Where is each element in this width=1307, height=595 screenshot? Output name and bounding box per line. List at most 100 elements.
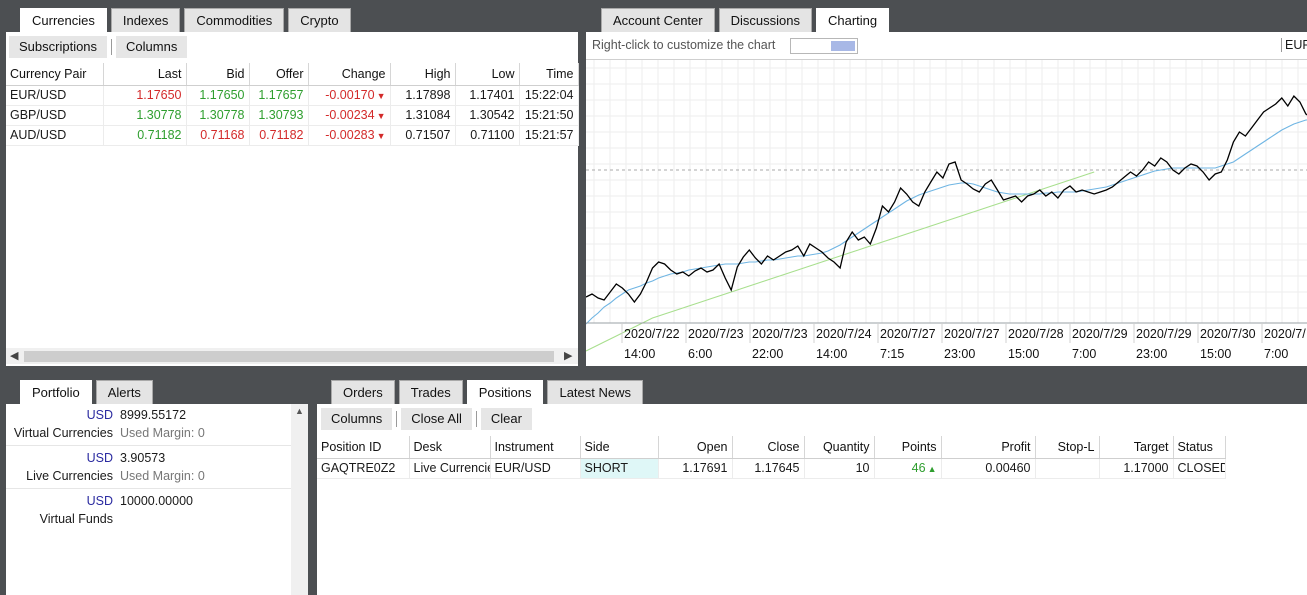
currency-code: USD: [86, 494, 113, 508]
cell-low: 0.71100: [455, 125, 520, 146]
cell-position-id: GAQTRE0Z2: [317, 458, 410, 479]
table-row[interactable]: EUR/USD 1.17650 1.17650 1.17657 -0.00170…: [6, 85, 579, 106]
table-row[interactable]: AUD/USD 0.71182 0.71168 0.71182 -0.00283…: [6, 125, 579, 146]
columns-button[interactable]: Columns: [116, 36, 188, 58]
tab-indexes[interactable]: Indexes: [110, 8, 181, 32]
clear-button[interactable]: Clear: [480, 408, 532, 430]
col-header-instrument[interactable]: Instrument: [490, 436, 581, 459]
cell-low: 1.17401: [455, 85, 520, 106]
table-row[interactable]: GAQTRE0Z2 Live Currencie EUR/USD SHORT 1…: [317, 458, 1226, 479]
cell-stop-loss: [1035, 458, 1100, 479]
scroll-thumb[interactable]: [24, 351, 554, 362]
x-tick-label: 7:00: [1264, 347, 1288, 361]
chart-hint: Right-click to customize the chart: [592, 38, 776, 52]
margin-label: Used Margin:: [120, 469, 195, 483]
price-chart[interactable]: 2020/7/22 14:00 2020/7/23 6:00 2020/7/23 22:0…: [586, 60, 1307, 366]
x-tick-label: 6:00: [688, 347, 712, 361]
col-header-high[interactable]: High: [390, 63, 456, 86]
scroll-right-icon[interactable]: ▶: [564, 349, 572, 362]
col-header-profit[interactable]: Profit: [941, 436, 1036, 459]
scroll-up-icon[interactable]: ▲: [295, 406, 304, 416]
x-tick-label: 2020/7/: [1264, 327, 1306, 341]
x-tick-label: 2020/7/22: [624, 327, 680, 341]
x-tick-label: 22:00: [752, 347, 783, 361]
close-all-button[interactable]: Close All: [401, 408, 472, 430]
cell-offer: 1.30793: [249, 105, 309, 126]
col-header-stop-loss[interactable]: Stop-L: [1035, 436, 1100, 459]
positions-panel: Columns Close All Clear Position ID Desk…: [317, 404, 1307, 595]
col-header-last[interactable]: Last: [103, 63, 187, 86]
currency-code: USD: [86, 451, 113, 465]
chart-symbol-label: EUR: [1281, 38, 1307, 52]
tab-positions[interactable]: Positions: [466, 380, 544, 404]
tab-orders[interactable]: Orders: [331, 380, 395, 404]
x-tick-label: 7:15: [880, 347, 904, 361]
cell-last: 1.30778: [103, 105, 187, 126]
cell-side: SHORT: [580, 458, 659, 479]
tab-latest-news[interactable]: Latest News: [547, 380, 644, 404]
tab-currencies[interactable]: Currencies: [20, 8, 107, 32]
currencies-table: Currency Pair Last Bid Offer Change High…: [6, 63, 579, 146]
tab-discussions[interactable]: Discussions: [718, 8, 812, 32]
points-value: 46: [911, 461, 926, 475]
cell-high: 1.17898: [390, 85, 456, 106]
currency-code: USD: [86, 408, 113, 422]
cell-time: 15:21:57: [519, 125, 579, 146]
color-swatch: [831, 41, 855, 51]
subscriptions-button[interactable]: Subscriptions: [9, 36, 108, 58]
cell-last: 1.17650: [103, 85, 187, 106]
col-header-pair[interactable]: Currency Pair: [6, 63, 104, 86]
cell-pair: AUD/USD: [6, 125, 104, 146]
col-header-side[interactable]: Side: [580, 436, 659, 459]
x-tick-label: 23:00: [1136, 347, 1167, 361]
col-header-points[interactable]: Points: [874, 436, 942, 459]
x-tick-label: 2020/7/30: [1200, 327, 1256, 341]
cell-quantity: 10: [804, 458, 875, 479]
toolbar-separator: [111, 39, 113, 55]
change-value: -0.00283: [325, 128, 375, 142]
table-row[interactable]: GBP/USD 1.30778 1.30778 1.30793 -0.00234…: [6, 105, 579, 126]
tab-commodities[interactable]: Commodities: [184, 8, 285, 32]
tab-portfolio[interactable]: Portfolio: [20, 380, 92, 404]
col-header-time[interactable]: Time: [519, 63, 579, 86]
col-header-low[interactable]: Low: [455, 63, 520, 86]
x-tick-label: 2020/7/29: [1136, 327, 1192, 341]
positions-columns-button[interactable]: Columns: [321, 408, 393, 430]
scroll-left-icon[interactable]: ◀: [10, 349, 18, 362]
cell-pair: EUR/USD: [6, 85, 104, 106]
tab-alerts[interactable]: Alerts: [95, 380, 153, 404]
market-tabs: Currencies Indexes Commodities Crypto: [20, 8, 351, 32]
col-header-desk[interactable]: Desk: [409, 436, 491, 459]
change-value: -0.00234: [325, 108, 375, 122]
account-label: Virtual Currencies: [13, 426, 113, 440]
col-header-close[interactable]: Close: [732, 436, 805, 459]
currencies-header-row: Currency Pair Last Bid Offer Change High…: [6, 63, 579, 86]
tab-charting[interactable]: Charting: [815, 8, 890, 32]
portfolio-row-live-currencies: USD 3.90573 Live Currencies Used Margin:…: [6, 447, 291, 489]
col-header-change[interactable]: Change: [308, 63, 391, 86]
col-header-quantity[interactable]: Quantity: [804, 436, 875, 459]
margin-value: 0: [197, 469, 205, 483]
portfolio-vscrollbar[interactable]: ▲: [291, 404, 308, 595]
col-header-open[interactable]: Open: [658, 436, 733, 459]
chart-color-picker[interactable]: [790, 38, 858, 54]
currencies-hscrollbar[interactable]: ◀ ▶: [6, 348, 578, 364]
col-header-position-id[interactable]: Position ID: [317, 436, 410, 459]
x-tick-label: 23:00: [944, 347, 975, 361]
info-tabs: Account Center Discussions Charting: [601, 8, 890, 32]
cell-time: 15:21:50: [519, 105, 579, 126]
balance-value: 10000.00000: [120, 494, 193, 508]
x-tick-label: 15:00: [1200, 347, 1231, 361]
col-header-status[interactable]: Status: [1173, 436, 1226, 459]
tab-trades[interactable]: Trades: [398, 380, 463, 404]
col-header-target[interactable]: Target: [1099, 436, 1174, 459]
cell-low: 1.30542: [455, 105, 520, 126]
tab-account-center[interactable]: Account Center: [601, 8, 715, 32]
tab-crypto[interactable]: Crypto: [288, 8, 351, 32]
cell-offer: 1.17657: [249, 85, 309, 106]
col-header-offer[interactable]: Offer: [249, 63, 309, 86]
cell-points: 46 ▲: [874, 458, 942, 479]
portfolio-row-virtual-currencies: USD 8999.55172 Virtual Currencies Used M…: [6, 404, 291, 446]
x-tick-label: 14:00: [624, 347, 655, 361]
col-header-bid[interactable]: Bid: [186, 63, 250, 86]
